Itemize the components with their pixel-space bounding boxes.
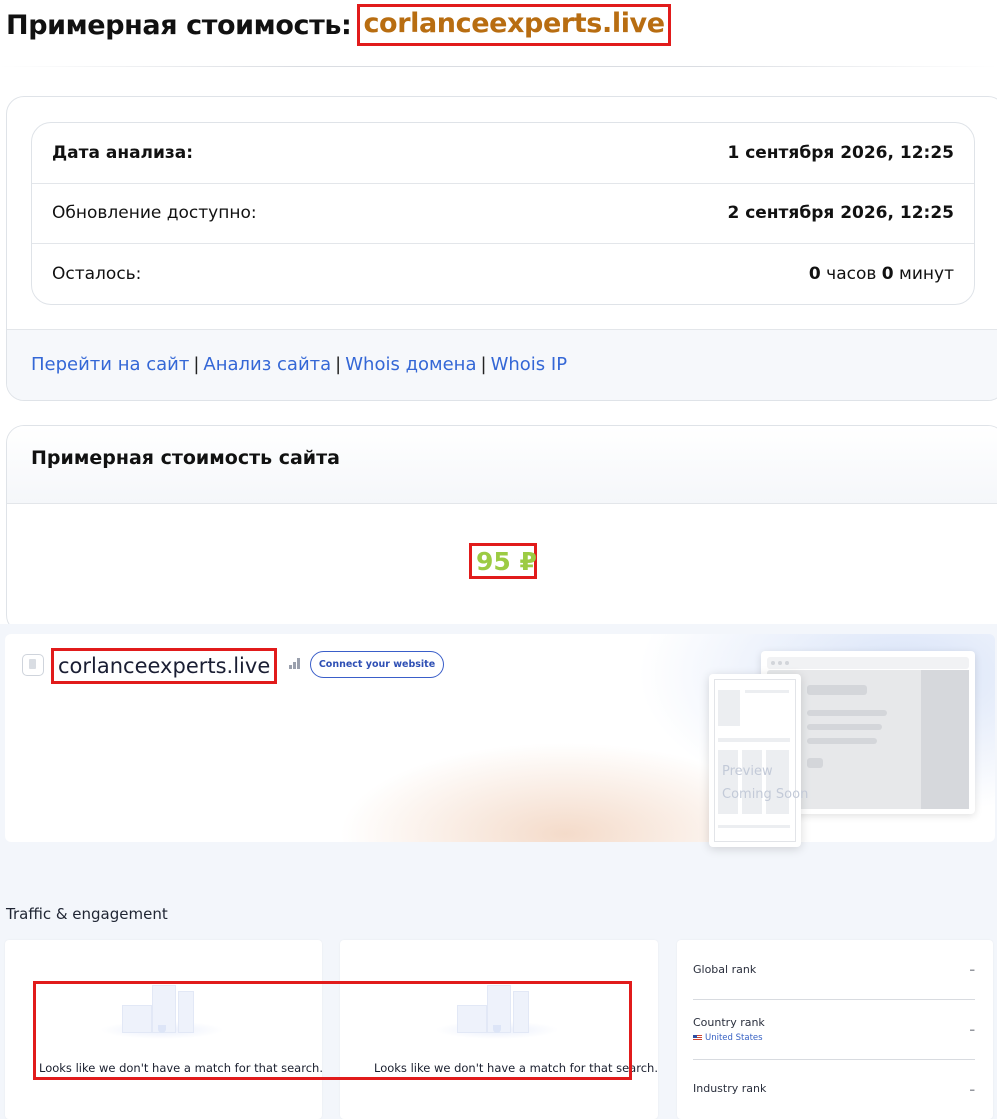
- analysis-date-row: Дата анализа: 1 сентября 2026, 12:25: [32, 123, 974, 184]
- screen-line: [807, 758, 823, 768]
- preview-mobile-mock: Preview Coming Soon: [709, 674, 808, 847]
- country-rank-label: Country rank: [693, 1016, 765, 1029]
- connect-website-button[interactable]: Connect your website: [310, 651, 444, 678]
- country-rank-value: –: [969, 1023, 976, 1036]
- country-name: United States: [705, 1033, 763, 1043]
- time-left-value: 0 часов 0 минут: [809, 264, 954, 284]
- preview-coming-soon: Preview Coming Soon: [722, 760, 808, 806]
- analysis-date-value: 1 сентября 2026, 12:25: [727, 143, 954, 163]
- traffic-section-title: Traffic & engagement: [6, 905, 168, 923]
- screen-sidebar: [921, 670, 969, 809]
- mobile-block: [718, 825, 790, 828]
- industry-rank-label: Industry rank: [693, 1082, 767, 1095]
- similarweb-domain-highlight: corlanceexperts.live: [51, 648, 278, 684]
- mobile-block: [718, 738, 790, 742]
- page-title-prefix: Примерная стоимость:: [6, 9, 352, 41]
- minutes-unit: минут: [899, 264, 954, 284]
- page-title-domain: corlanceexperts.live: [357, 4, 671, 46]
- browser-dot: [771, 661, 775, 665]
- no-match-highlight: [33, 981, 632, 1080]
- bar: [289, 665, 292, 669]
- estimate-card-header: Примерная стоимость сайта: [7, 426, 997, 504]
- estimate-card: Примерная стоимость сайта 95 ₽: [6, 425, 997, 633]
- industry-rank-value: –: [969, 1083, 976, 1096]
- hours-number: 0: [808, 264, 821, 284]
- title-divider: [0, 66, 997, 67]
- update-available-label: Обновление доступно:: [52, 203, 257, 223]
- site-favicon-icon: [22, 654, 44, 676]
- us-flag-icon: [693, 1035, 702, 1041]
- update-available-row: Обновление доступно: 2 сентября 2026, 12…: [32, 183, 974, 244]
- rank-card: Global rank – Country rank United States…: [677, 940, 993, 1119]
- preview-line-2: Coming Soon: [722, 787, 809, 802]
- analysis-date-label: Дата анализа:: [52, 143, 194, 163]
- global-rank-value: –: [969, 963, 976, 976]
- update-available-value: 2 сентября 2026, 12:25: [727, 203, 954, 223]
- time-left-label: Осталось:: [52, 264, 142, 284]
- site-links: Перейти на сайт | Анализ сайта | Whois домен…: [31, 354, 567, 375]
- global-rank-label: Global rank: [693, 963, 757, 976]
- link-separator: |: [480, 354, 487, 375]
- analysis-table: Дата анализа: 1 сентября 2026, 12:25 Обн…: [31, 122, 975, 305]
- screen-line: [807, 710, 887, 716]
- country-rank-row: Country rank United States –: [693, 1000, 975, 1060]
- screen-line: [807, 738, 877, 744]
- preview-line-1: Preview: [722, 764, 773, 779]
- link-whois-domain[interactable]: Whois домена: [345, 354, 476, 375]
- minutes-number: 0: [881, 264, 894, 284]
- link-whois-ip[interactable]: Whois IP: [491, 354, 567, 375]
- price-highlight: 95 ₽: [469, 543, 537, 579]
- industry-rank-row: Industry rank –: [693, 1060, 975, 1119]
- bar: [297, 658, 300, 669]
- link-visit-site[interactable]: Перейти на сайт: [31, 354, 189, 375]
- estimate-card-title: Примерная стоимость сайта: [31, 447, 340, 469]
- browser-dot: [778, 661, 782, 665]
- similarweb-domain: corlanceexperts.live: [58, 654, 271, 678]
- screen-line: [807, 724, 882, 730]
- mobile-block: [718, 690, 740, 726]
- bar: [293, 662, 296, 669]
- screen-line: [807, 685, 867, 695]
- rank-bars-icon: [289, 658, 303, 669]
- global-rank-row: Global rank –: [693, 940, 975, 1000]
- estimated-price: 95 ₽: [476, 547, 537, 576]
- page-title: Примерная стоимость: corlanceexperts.liv…: [6, 4, 671, 46]
- hours-unit: часов: [826, 264, 877, 284]
- browser-bar: [767, 657, 969, 669]
- time-left-row: Осталось: 0 часов 0 минут: [32, 244, 974, 304]
- link-separator: |: [193, 354, 200, 375]
- country-rank-country[interactable]: United States: [693, 1033, 763, 1043]
- link-site-analysis[interactable]: Анализ сайта: [203, 354, 331, 375]
- links-strip: Перейти на сайт | Анализ сайта | Whois домен…: [7, 329, 997, 400]
- browser-dot: [785, 661, 789, 665]
- analysis-card: Дата анализа: 1 сентября 2026, 12:25 Обн…: [6, 96, 997, 401]
- link-separator: |: [335, 354, 342, 375]
- mobile-block: [745, 690, 789, 693]
